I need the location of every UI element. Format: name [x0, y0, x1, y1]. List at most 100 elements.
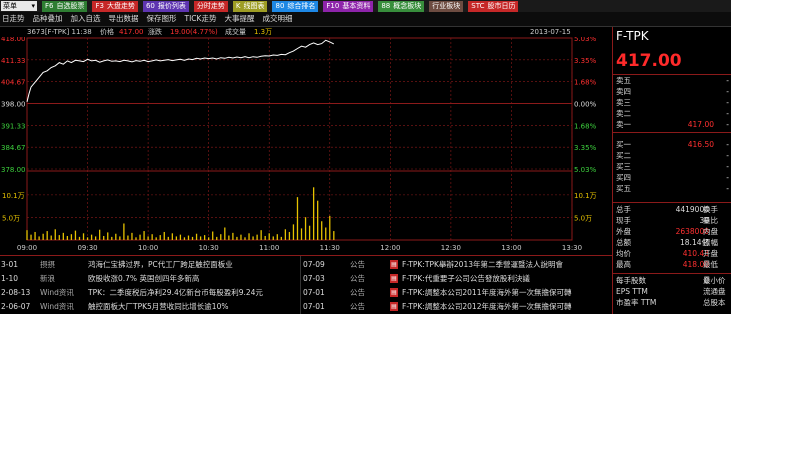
intraday-chart[interactable]: 418.00 5.03% 411.33 3.35% 404.67 1.68% 398.00 0… [0, 37, 612, 253]
stat-label: 最高 [616, 260, 631, 269]
news-title: F-TPK:代重要子公司公告發放股利決議 [402, 274, 530, 283]
news-title: F-TPK:TPK舉辦2013年第二季營運暨法人說明會 [402, 260, 563, 269]
stat-value: 410.43 [682, 249, 709, 258]
chart-action-2[interactable]: 加入自选 [71, 12, 101, 26]
bid-label: 买一 [616, 140, 631, 149]
ask-volume: - [726, 120, 729, 129]
stat-row: 外盘 2638000 内盘 [613, 226, 731, 237]
toolbar-button-2[interactable]: 60 报价列表 [142, 0, 189, 12]
extra-label: 每手股数 [616, 276, 646, 285]
chevron-down-icon: ▾ [31, 2, 35, 10]
news-title: F-TPK:調整本公司2011年度海外第一次無擔保可轉 [402, 288, 572, 297]
toolbar-button-label: 线图表 [243, 1, 265, 10]
time-tick-label: 10:30 [199, 244, 219, 252]
pct-tick-label: 3.35% [574, 144, 597, 152]
chart-action-4[interactable]: 保存图形 [147, 12, 177, 26]
toolbar-button-key: 80 [275, 1, 285, 10]
time-tick-label: 12:00 [380, 244, 400, 252]
chart-action-7[interactable]: 成交明细 [262, 12, 292, 26]
stat-label-right: 振幅 [703, 238, 718, 247]
stat-label-right: 换手 [703, 205, 718, 214]
time-tick-label: 09:00 [17, 244, 37, 252]
news-date: 2-06-07 [1, 302, 31, 311]
ask-row: 卖一 417.00 - [613, 119, 731, 130]
toolbar-button-label: 行业板块 [432, 1, 461, 10]
stat-value: 4419000 [675, 205, 709, 214]
toolbar-button-key: K [235, 1, 241, 10]
quote-separator [613, 202, 731, 203]
news-source: 公告 [350, 288, 365, 297]
toolbar-button-label: 综合排名 [287, 1, 316, 10]
extra-row: EPS TTM 流通盘 [613, 286, 731, 297]
pct-tick-label: 5.03% [574, 37, 597, 43]
price-tick-label: 378.00 [1, 166, 26, 174]
news-title: TPK：二季度税后净利29.4亿新台币每股盈利9.24元 [88, 288, 263, 297]
stat-label-right: 最低 [703, 260, 718, 269]
stat-row: 最高 418.00 最低 [613, 259, 731, 270]
ask-price: 417.00 [687, 120, 714, 129]
quote-panel: F-TPK 417.00 卖五 - 卖四 - 卖三 - 卖二 - 卖一 417.00 - 买一 416.… [612, 27, 731, 314]
quote-separator [613, 273, 731, 274]
chart-action-1[interactable]: 品种叠加 [33, 12, 63, 26]
news-item[interactable]: 2-08-13 Wind资讯 TPK：二季度税后净利29.4亿新台币每股盈利9.24… [0, 286, 298, 299]
time-tick-label: 12:30 [441, 244, 461, 252]
toolbar-button-6[interactable]: F10 基本资料 [323, 0, 374, 12]
toolbar-button-7[interactable]: 88 概念板块 [378, 0, 425, 12]
stat-label: 总手 [616, 205, 631, 214]
menu-dropdown[interactable]: 菜单 ▾ [1, 1, 37, 11]
toolbar-button-5[interactable]: 80 综合排名 [272, 0, 319, 12]
ask-row: 卖三 - [613, 97, 731, 108]
ask-row: 卖四 - [613, 86, 731, 97]
news-date: 07-03 [303, 274, 325, 283]
news-item[interactable]: 07-09 公告 ▤ F-TPK:TPK舉辦2013年第二季營運暨法人說明會 [302, 258, 600, 271]
chart-action-3[interactable]: 导出数据 [109, 12, 139, 26]
toolbar-button-key: F10 [326, 1, 340, 10]
news-source: 摂摂 [40, 260, 55, 269]
news-item[interactable]: 07-01 公告 ▤ F-TPK:調整本公司2011年度海外第一次無擔保可轉 [302, 286, 600, 299]
ask-volume: - [726, 109, 729, 118]
stat-label-right: 内盘 [703, 227, 718, 236]
quote-price: 417.00 [616, 51, 682, 71]
toolbar-button-label: 报价列表 [157, 1, 186, 10]
pdf-icon: ▤ [390, 288, 398, 297]
toolbar-button-9[interactable]: STC 股市日历 [468, 0, 519, 12]
toolbar-button-1[interactable]: F3 大盘走势 [92, 0, 138, 12]
news-source: 公告 [350, 260, 365, 269]
chart-action-6[interactable]: 大事提醒 [224, 12, 254, 26]
bid-row: 买四 - [613, 172, 731, 183]
ask-label: 卖四 [616, 87, 631, 96]
news-title: 触控面板大厂TPK5月营收同比增长逾10% [88, 302, 229, 311]
toolbar-button-0[interactable]: F6 自选股票 [42, 0, 88, 12]
news-item[interactable]: 07-03 公告 ▤ F-TPK:代重要子公司公告發放股利決議 [302, 272, 600, 285]
stat-row: 总额 18.14亿 振幅 [613, 237, 731, 248]
stat-value: 30 [699, 216, 709, 225]
stat-value: 2638000 [675, 227, 709, 236]
quote-name: F-TPK [616, 29, 649, 43]
bid-volume: - [726, 140, 729, 149]
chart-action-5[interactable]: TICK走势 [185, 12, 217, 26]
price-tick-label: 384.67 [1, 144, 26, 152]
news-item[interactable]: 2-06-07 Wind资讯 触控面板大厂TPK5月营收同比增长逾10% [0, 300, 298, 313]
bid-label: 买五 [616, 184, 631, 193]
toolbar-button-3[interactable]: 分时走势 [193, 0, 228, 12]
bid-label: 买二 [616, 151, 631, 160]
news-item[interactable]: 07-01 公告 ▤ F-TPK:調整本公司2012年度海外第一次無擔保可轉 [302, 300, 600, 313]
news-date: 3-01 [1, 260, 19, 269]
stock-terminal-window: 菜单 ▾ F6 自选股票 F3 大盘走势 60 报价列表 分时走势 K 线图表 80 综合排名 F10… [0, 0, 731, 314]
news-item[interactable]: 1-10 新浪 欧股收涨0.7% 英国创四年多新高 [0, 272, 298, 285]
bid-volume: - [726, 173, 729, 182]
bid-row: 买五 - [613, 183, 731, 194]
toolbar-button-4[interactable]: K 线图表 [232, 0, 268, 12]
pct-tick-label: 1.68% [574, 79, 597, 87]
chart-action-0[interactable]: 日走势 [2, 12, 25, 26]
stat-row: 均价 410.43 开盘 [613, 248, 731, 259]
news-item[interactable]: 3-01 摂摂 鸿海仁宝拂过界，PC代工厂跨足触控面板业 [0, 258, 298, 271]
news-divider [300, 256, 301, 314]
toolbar-button-8[interactable]: 行业板块 [429, 0, 464, 12]
toolbar-button-label: 自选股票 [56, 1, 85, 10]
toolbar-button-key: 60 [145, 1, 155, 10]
volume-tick-label-right: 10.1万 [574, 192, 597, 200]
toolbar-button-label: 基本资料 [342, 1, 371, 10]
news-title: 欧股收涨0.7% 英国创四年多新高 [88, 274, 200, 283]
price-tick-label: 391.33 [1, 122, 26, 130]
